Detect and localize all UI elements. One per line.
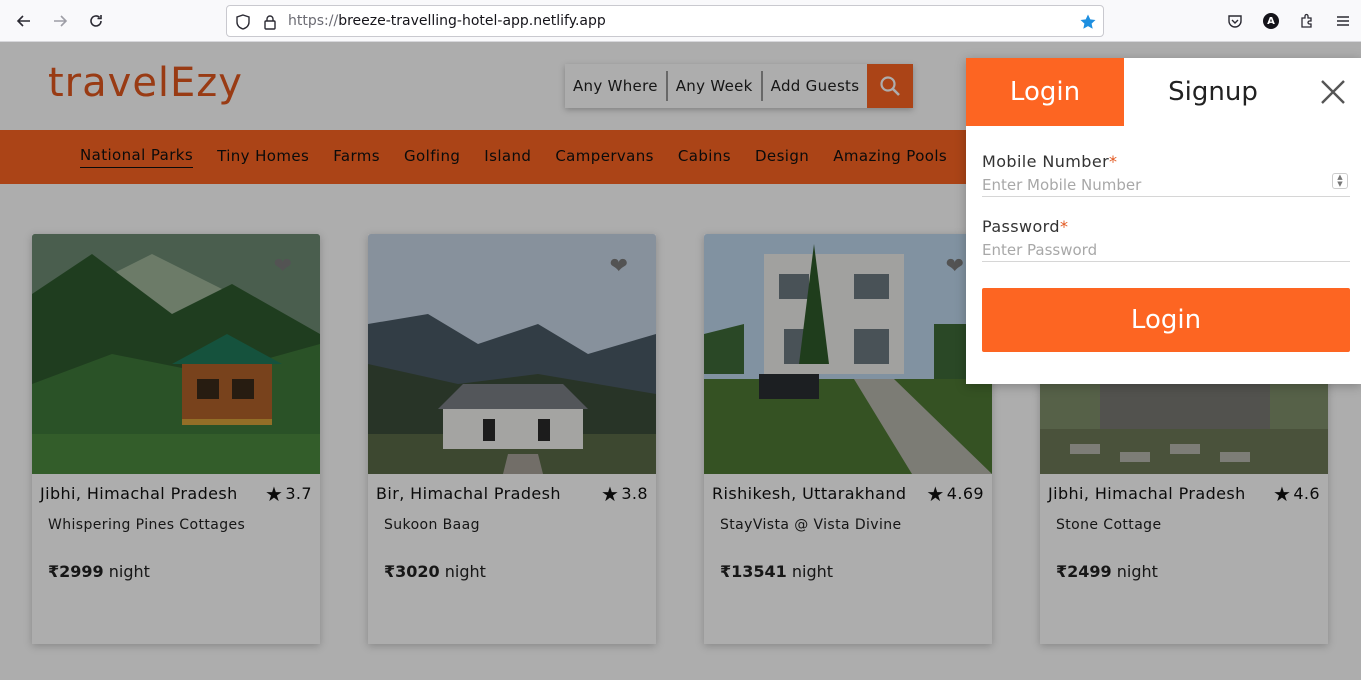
password-field: Password* [982,217,1350,262]
required-mark: * [1059,217,1069,236]
login-submit-button[interactable]: Login [982,288,1350,352]
mobile-label-text: Mobile Number [982,152,1110,171]
bookmark-star-icon[interactable] [1079,13,1097,31]
reload-icon[interactable] [78,3,114,39]
mobile-input-wrap: ▲▼ [982,171,1350,197]
close-icon[interactable] [1319,78,1347,106]
forward-icon[interactable] [42,3,78,39]
browser-toolbar: https://breeze-travelling-hotel-app.netl… [0,0,1361,42]
back-icon[interactable] [6,3,42,39]
toolbar-right: A [1217,4,1361,38]
auth-panel: Login Signup Mobile Number* ▲▼ Password*… [966,58,1361,384]
mobile-input[interactable] [982,173,1350,197]
required-mark: * [1109,152,1118,171]
shield-icon[interactable] [234,13,252,31]
mobile-field: Mobile Number* ▲▼ [982,152,1350,197]
page: travelEzy Any Where Any Week Add Guests … [0,42,1361,680]
password-label: Password* [982,217,1350,236]
auth-tabs: Login Signup [966,58,1361,126]
url-text: https://breeze-travelling-hotel-app.netl… [288,13,606,29]
password-label-text: Password [982,217,1060,236]
extensions-icon[interactable] [1289,4,1325,38]
url-protocol: https:// [288,13,339,29]
url-bar[interactable]: https://breeze-travelling-hotel-app.netl… [226,5,1104,37]
mobile-label: Mobile Number* [982,152,1350,171]
password-input[interactable] [982,238,1350,262]
number-stepper-icon[interactable]: ▲ ▼ [1332,173,1348,189]
pocket-icon[interactable] [1217,4,1253,38]
account-icon[interactable]: A [1253,4,1289,38]
menu-icon[interactable] [1325,4,1361,38]
lock-icon[interactable] [261,13,279,31]
tab-login[interactable]: Login [966,58,1124,126]
account-avatar: A [1263,13,1279,29]
tab-signup[interactable]: Signup [1124,58,1302,126]
url-host: breeze-travelling-hotel-app.netlify.app [338,13,606,29]
